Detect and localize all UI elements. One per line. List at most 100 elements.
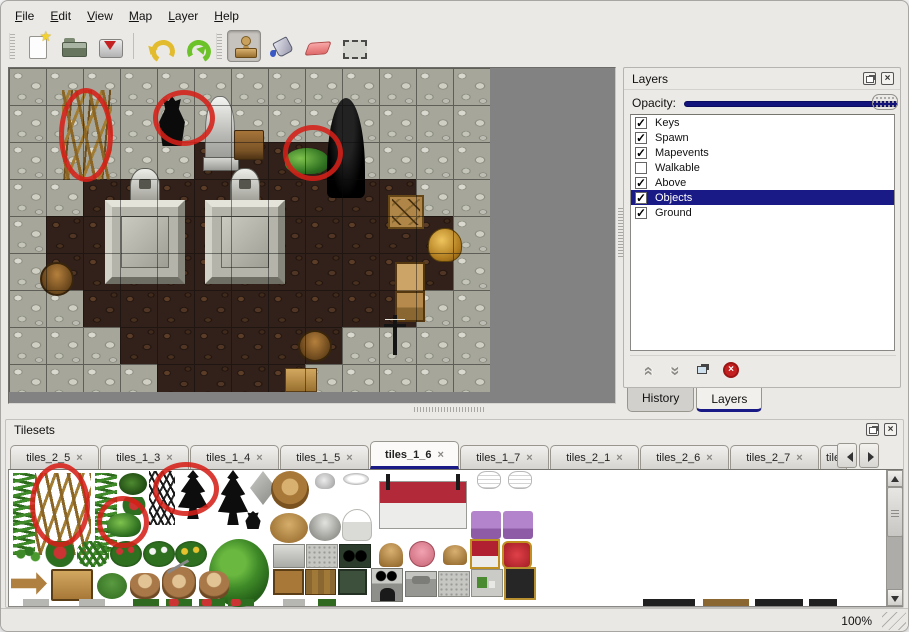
toolbar-handle[interactable] xyxy=(9,33,15,59)
palette-tile-greenstrip[interactable] xyxy=(133,599,159,606)
stone-tile[interactable] xyxy=(305,68,342,105)
save-button[interactable] xyxy=(92,30,126,62)
move-down-button[interactable]: » xyxy=(664,359,688,383)
stone-tile[interactable] xyxy=(342,327,379,364)
palette-tile-graystrip[interactable] xyxy=(23,599,49,606)
floor-tile[interactable] xyxy=(157,364,194,392)
stone-tile[interactable] xyxy=(416,105,453,142)
palette-tile-greenstrip[interactable] xyxy=(318,599,336,606)
palette-tile-graystrip[interactable] xyxy=(79,599,105,606)
close-panel-icon[interactable]: × xyxy=(884,423,897,436)
layer-row-mapevents[interactable]: ✓Mapevents xyxy=(631,145,894,160)
layer-row-ground[interactable]: ✓Ground xyxy=(631,205,894,220)
stone-tile[interactable] xyxy=(9,179,46,216)
menu-view[interactable]: View xyxy=(79,7,121,25)
floor-tile[interactable] xyxy=(120,290,157,327)
bush-object[interactable] xyxy=(285,148,329,174)
palette-tile-fern[interactable] xyxy=(77,541,109,567)
tileset-tab-tiles_2_6[interactable]: tiles_2_6× xyxy=(640,445,729,469)
gold-object[interactable] xyxy=(428,228,462,262)
palette-tile-throne[interactable] xyxy=(470,539,500,569)
eraser-button[interactable] xyxy=(299,30,333,62)
stone-tile[interactable] xyxy=(379,68,416,105)
stone-tile[interactable] xyxy=(453,105,490,142)
palette-tile-moss[interactable] xyxy=(97,573,127,599)
close-tab-icon[interactable]: × xyxy=(76,452,82,464)
palette-tile-darkstrip[interactable] xyxy=(755,599,803,606)
stone-tile[interactable] xyxy=(379,142,416,179)
palette-scrollbar[interactable] xyxy=(886,470,902,606)
palette-tile-brownstrip[interactable] xyxy=(703,599,749,606)
close-tab-icon[interactable]: × xyxy=(526,452,532,464)
palette-tile-roundtable[interactable] xyxy=(270,513,308,543)
stone-tile[interactable] xyxy=(46,327,83,364)
stone-tile[interactable] xyxy=(416,142,453,179)
palette-tile-stump[interactable] xyxy=(130,573,160,599)
stone-tile[interactable] xyxy=(9,105,46,142)
barrel-object[interactable] xyxy=(298,330,332,362)
floor-tile[interactable] xyxy=(231,290,268,327)
stone-tile[interactable] xyxy=(46,364,83,392)
palette-tile-greendoor[interactable] xyxy=(338,569,367,595)
tileset-tab-tiles_1_6[interactable]: tiles_1_6× xyxy=(370,441,459,469)
tileset-tab-tiles_2_7[interactable]: tiles_2_7× xyxy=(730,445,819,469)
stone-tile[interactable] xyxy=(9,364,46,392)
floor-tile[interactable] xyxy=(194,327,231,364)
close-tab-icon[interactable]: × xyxy=(256,452,262,464)
palette-tile-purple[interactable] xyxy=(471,511,501,539)
floor-tile[interactable] xyxy=(46,216,83,253)
palette-tile-fancystove[interactable] xyxy=(504,567,536,600)
palette-tile-stumpaxe[interactable] xyxy=(162,567,196,599)
opacity-slider-handle[interactable] xyxy=(872,94,898,110)
floor-tile[interactable] xyxy=(231,327,268,364)
tileset-tab-tiles_1_7[interactable]: tiles_1_7× xyxy=(460,445,549,469)
palette-tile-counter[interactable] xyxy=(306,544,338,568)
palette-tile-plates[interactable] xyxy=(477,471,501,489)
barrel-object[interactable] xyxy=(40,262,74,296)
palette-tile-treedark[interactable] xyxy=(215,470,251,525)
tileset-tab-tiles_1_4[interactable]: tiles_1_4× xyxy=(190,445,279,469)
layer-checkbox[interactable]: ✓ xyxy=(635,207,647,219)
cabinet-object[interactable] xyxy=(395,262,425,322)
palette-tile-wall[interactable] xyxy=(305,569,336,595)
floor-tile[interactable] xyxy=(194,364,231,392)
palette-tile-bushdark[interactable] xyxy=(119,473,147,495)
palette-tile-catdark[interactable] xyxy=(243,511,263,529)
palette-tile-greenbush[interactable] xyxy=(107,513,141,537)
platform-object[interactable] xyxy=(105,200,185,284)
floor-tile[interactable] xyxy=(305,216,342,253)
floor-tile[interactable] xyxy=(305,290,342,327)
close-tab-icon[interactable]: × xyxy=(616,452,622,464)
table-object[interactable] xyxy=(234,130,264,160)
map-content[interactable] xyxy=(9,68,490,392)
menu-help[interactable]: Help xyxy=(206,7,247,25)
new-button[interactable] xyxy=(20,30,54,62)
candelabra-object[interactable] xyxy=(384,315,406,355)
toolbar-handle[interactable] xyxy=(216,33,222,59)
palette-tile-stool[interactable] xyxy=(379,543,403,567)
float-panel-icon[interactable] xyxy=(866,423,879,436)
floor-tile[interactable] xyxy=(342,290,379,327)
floor-tile[interactable] xyxy=(305,253,342,290)
tileset-tab-tiles_2_1[interactable]: tiles_2_1× xyxy=(550,445,639,469)
stone-tile[interactable] xyxy=(453,68,490,105)
stone-tile[interactable] xyxy=(268,68,305,105)
layer-checkbox[interactable]: ✓ xyxy=(635,192,647,204)
palette-tile-sink[interactable] xyxy=(273,544,305,568)
palette-tile-cushion[interactable] xyxy=(502,541,532,569)
palette-tile-redflower[interactable] xyxy=(45,541,75,567)
menu-layer[interactable]: Layer xyxy=(160,7,206,25)
smalltable-object[interactable] xyxy=(285,368,317,392)
scroll-up-icon[interactable] xyxy=(887,470,903,487)
stone-tile[interactable] xyxy=(157,142,194,179)
layer-row-objects[interactable]: ✓Objects xyxy=(631,190,894,205)
palette-tile-treedark[interactable] xyxy=(175,470,211,519)
statue-object[interactable] xyxy=(205,96,235,170)
floor-tile[interactable] xyxy=(157,327,194,364)
horizontal-splitter[interactable] xyxy=(414,407,486,412)
palette-tile-cutboard[interactable] xyxy=(471,569,503,597)
stone-tile[interactable] xyxy=(416,68,453,105)
stone-tile[interactable] xyxy=(416,364,453,392)
layer-checkbox[interactable]: ✓ xyxy=(635,177,647,189)
stone-tile[interactable] xyxy=(9,216,46,253)
